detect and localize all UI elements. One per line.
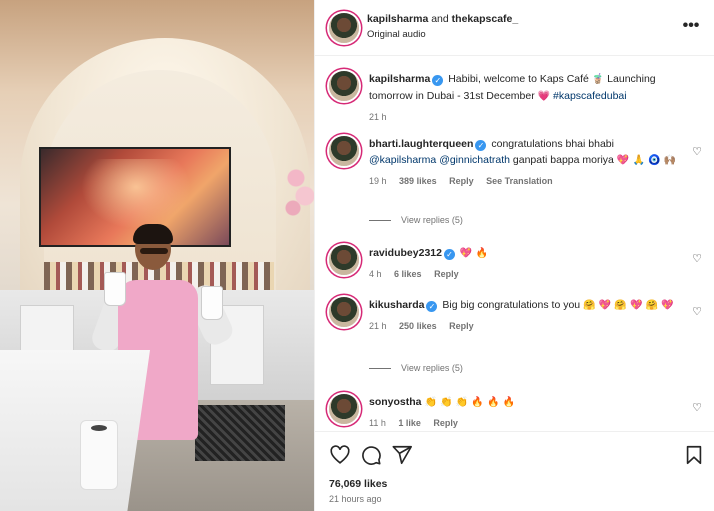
header-users: kapilsharma and thekapscafe_ — [367, 13, 518, 25]
caption-username[interactable]: kapilsharma — [369, 73, 430, 85]
comment-likes[interactable]: 1 like — [398, 418, 421, 428]
view-replies-label: View replies (5) — [401, 363, 463, 373]
comment-meta: 21 h 250 likes Reply — [369, 318, 681, 334]
hashtag-link[interactable]: #kapscafedubai — [553, 90, 627, 102]
verified-badge-icon: ✓ — [426, 301, 438, 312]
more-options-icon[interactable]: ••• — [681, 16, 701, 36]
replies-divider — [369, 220, 391, 222]
flower-decor — [284, 160, 314, 220]
post-media[interactable] — [0, 0, 314, 511]
avatar[interactable] — [329, 394, 359, 424]
verified-badge-icon: ✓ — [475, 140, 487, 151]
comment-emojis: 👏 👏 👏 🔥 🔥 🔥 — [424, 397, 516, 408]
comment-body: kikusharda ✓ Big big congratulations to y… — [369, 297, 681, 334]
comment-body: bharti.laughterqueen ✓ congratulations bh… — [369, 136, 681, 189]
header-username[interactable]: kapilsharma — [367, 13, 428, 25]
caption-body: kapilsharma ✓ Habibi, welcome to Kaps Caf… — [369, 71, 681, 125]
caption-meta: 21 h — [369, 109, 681, 125]
avatar[interactable] — [329, 71, 359, 101]
replies-divider — [369, 368, 391, 370]
comment-bubble-icon[interactable] — [360, 444, 382, 466]
reply-button[interactable]: Reply — [433, 418, 458, 428]
share-send-icon[interactable] — [391, 444, 413, 466]
comment-username[interactable]: sonyostha — [369, 396, 422, 408]
comment-emojis: 💖 🔥 — [459, 248, 488, 259]
caption-emoji: 🧋 — [591, 74, 605, 85]
like-comment-heart-icon[interactable]: ♡ — [691, 253, 703, 265]
verified-badge-icon: ✓ — [443, 249, 455, 260]
comment-time[interactable]: 19 h — [369, 176, 387, 186]
reply-button[interactable]: Reply — [449, 176, 474, 186]
comment-text: congratulations bhai bhabi — [491, 138, 614, 150]
mention-link[interactable]: @ginnichatrath — [439, 154, 510, 166]
header-username-2[interactable]: thekapscafe_ — [452, 13, 519, 25]
audio-label[interactable]: Original audio — [367, 29, 426, 40]
reply-button[interactable]: Reply — [434, 269, 459, 279]
mention-link[interactable]: @kapilsharma — [369, 154, 436, 166]
comment-likes[interactable]: 250 likes — [399, 321, 437, 331]
comment-text: Big big congratulations to you — [442, 299, 581, 311]
comment-emojis: 💖 🙏 🧿 🙌🏽 — [616, 155, 677, 166]
comments-list[interactable]: kapilsharma ✓ Habibi, welcome to Kaps Caf… — [315, 56, 714, 431]
see-translation-button[interactable]: See Translation — [486, 176, 553, 186]
comment-time[interactable]: 4 h — [369, 269, 382, 279]
post-panel: kapilsharma and thekapscafe_ Original au… — [314, 0, 714, 511]
like-comment-heart-icon[interactable]: ♡ — [691, 306, 703, 318]
coffee-cup — [201, 286, 223, 320]
comment-time[interactable]: 21 h — [369, 321, 387, 331]
like-heart-icon[interactable] — [329, 444, 351, 466]
post-timestamp[interactable]: 21 hours ago — [329, 494, 382, 504]
comment-emojis: 🤗 💖 🤗 💖 🤗 💖 — [583, 300, 674, 311]
comment-meta: 11 h 1 like Reply — [369, 415, 681, 431]
avatar[interactable] — [329, 13, 359, 43]
comment-text: ganpati bappa moriya — [512, 154, 614, 166]
reply-button[interactable]: Reply — [449, 321, 474, 331]
comment-body: ravidubey2312 ✓ 💖 🔥 4 h 6 likes Reply — [369, 245, 681, 282]
like-comment-heart-icon[interactable]: ♡ — [691, 402, 703, 414]
avatar[interactable] — [329, 245, 359, 275]
verified-badge-icon: ✓ — [432, 75, 444, 86]
comment-meta: 19 h 389 likes Reply See Translation — [369, 173, 681, 189]
comment-username[interactable]: kikusharda — [369, 299, 424, 311]
header-and: and — [431, 13, 449, 25]
coffee-cup — [104, 272, 126, 306]
caption-time[interactable]: 21 h — [369, 112, 387, 122]
comment-time[interactable]: 11 h — [369, 418, 386, 428]
post-header: kapilsharma and thekapscafe_ Original au… — [315, 0, 714, 56]
caption-text: Habibi, welcome to Kaps Café — [448, 73, 589, 85]
view-replies-button[interactable]: View replies (5) — [369, 215, 463, 225]
marble-table — [0, 350, 150, 511]
comment-body: sonyostha 👏 👏 👏 🔥 🔥 🔥 11 h 1 like Reply — [369, 394, 681, 431]
comment-meta: 4 h 6 likes Reply — [369, 266, 681, 282]
save-bookmark-icon[interactable] — [683, 444, 705, 466]
view-replies-label: View replies (5) — [401, 215, 463, 225]
paper-roll — [80, 420, 118, 490]
caption-emoji: 💗 — [537, 91, 551, 102]
comment-likes[interactable]: 6 likes — [394, 269, 422, 279]
view-replies-button[interactable]: View replies (5) — [369, 363, 463, 373]
comment-username[interactable]: bharti.laughterqueen — [369, 138, 473, 150]
floor-mat — [195, 405, 285, 461]
avatar[interactable] — [329, 136, 359, 166]
post-actions: 76,069 likes 21 hours ago — [315, 431, 714, 511]
avatar[interactable] — [329, 297, 359, 327]
like-comment-heart-icon[interactable]: ♡ — [691, 146, 703, 158]
person-sunglasses — [140, 248, 168, 254]
comment-likes[interactable]: 389 likes — [399, 176, 437, 186]
post-likes-count[interactable]: 76,069 likes — [329, 478, 387, 490]
person-hair — [133, 224, 173, 244]
comment-username[interactable]: ravidubey2312 — [369, 247, 442, 259]
